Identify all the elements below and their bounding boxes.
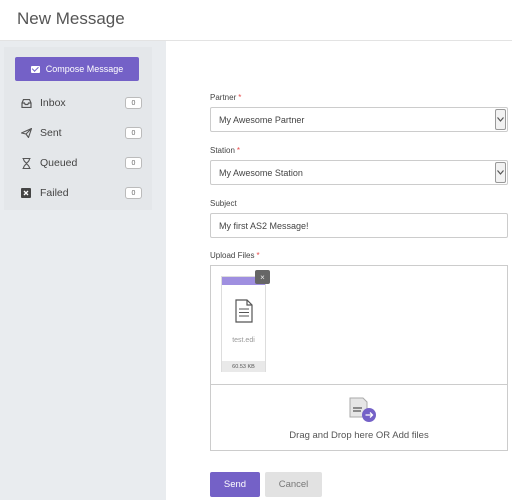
compose-message-button[interactable]: Compose Message — [15, 57, 139, 81]
chevron-down-icon[interactable] — [495, 109, 506, 130]
file-name: test.edi — [232, 337, 255, 344]
uploaded-file-preview: test.edi 60.53 KB — [221, 276, 266, 372]
required-marker: * — [236, 146, 241, 155]
sidebar-item-label: Failed — [40, 187, 69, 199]
page-title: New Message — [17, 9, 125, 28]
count-badge: 0 — [125, 187, 142, 199]
count-badge: 0 — [125, 127, 142, 139]
subject-input-value: My first AS2 Message! — [219, 220, 309, 231]
file-size: 60.53 KB — [222, 361, 265, 372]
count-badge: 0 — [125, 97, 142, 109]
hourglass-icon — [20, 157, 32, 169]
sidebar-item-sent[interactable]: Sent 0 — [20, 124, 142, 142]
required-marker: * — [256, 251, 260, 260]
sidebar-item-label: Sent — [40, 127, 62, 139]
send-button[interactable]: Send — [210, 472, 260, 497]
required-marker: * — [238, 93, 242, 102]
subject-input[interactable]: My first AS2 Message! — [210, 213, 508, 238]
add-file-icon[interactable] — [349, 397, 379, 425]
document-icon — [235, 299, 253, 323]
partner-label: Partner * — [210, 93, 242, 102]
subject-label: Subject — [210, 199, 237, 208]
sidebar-item-label: Queued — [40, 157, 78, 169]
remove-file-button[interactable]: × — [255, 270, 270, 284]
failed-x-icon — [20, 187, 32, 199]
cancel-button[interactable]: Cancel — [265, 472, 322, 497]
inbox-icon — [20, 97, 32, 109]
station-label: Station * — [210, 146, 241, 155]
drop-zone-text[interactable]: Drag and Drop here OR Add files — [211, 430, 507, 441]
envelope-icon — [30, 65, 40, 73]
paper-plane-icon — [20, 127, 32, 139]
compose-message-label: Compose Message — [45, 64, 124, 74]
sidebar-item-failed[interactable]: Failed 0 — [20, 184, 142, 202]
count-badge: 0 — [125, 157, 142, 169]
chevron-down-icon[interactable] — [495, 162, 506, 183]
sidebar-item-queued[interactable]: Queued 0 — [20, 154, 142, 172]
partner-select-value: My Awesome Partner — [219, 114, 305, 125]
sidebar-item-label: Inbox — [40, 97, 66, 109]
station-select[interactable]: My Awesome Station — [210, 160, 508, 185]
sidebar-item-inbox[interactable]: Inbox 0 — [20, 94, 142, 112]
upload-divider — [211, 384, 507, 385]
partner-select[interactable]: My Awesome Partner — [210, 107, 508, 132]
file-upload-dropzone[interactable]: test.edi 60.53 KB × Drag and Drop here O… — [210, 265, 508, 451]
station-select-value: My Awesome Station — [219, 167, 303, 178]
upload-files-label: Upload Files * — [210, 251, 260, 260]
page-header: New Message — [0, 0, 512, 41]
